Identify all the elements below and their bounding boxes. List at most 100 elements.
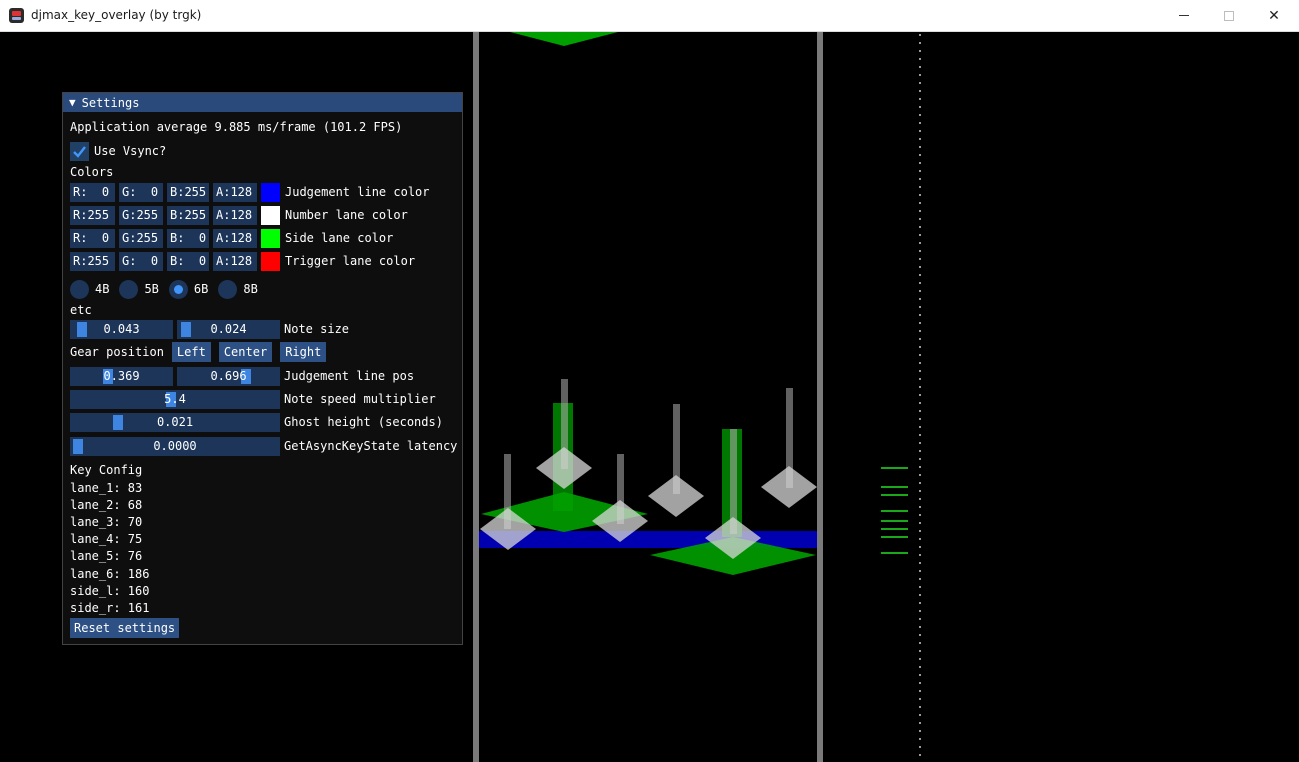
key-config-item: lane_5: 76 — [70, 549, 143, 563]
settings-header[interactable]: ▼ Settings — [63, 93, 462, 112]
key-config-item: lane_2: 68 — [70, 498, 143, 512]
gear-right-button[interactable]: Right — [280, 342, 327, 362]
gear-position-row: Gear position Left Center Right — [70, 342, 334, 362]
color-a-field[interactable]: A:128 — [213, 182, 257, 202]
color-a-field[interactable]: A:128 — [213, 205, 257, 225]
settings-title: Settings — [81, 95, 140, 110]
key-config-item: lane_6: 186 — [70, 567, 150, 581]
etc-heading-row: etc — [70, 300, 92, 320]
color-row-judgement: R: 0 G: 0 B:255 A:128 Judgement line col… — [70, 182, 430, 202]
number-note — [761, 466, 817, 508]
slider-value: 5.4 — [164, 392, 186, 406]
reset-settings-button[interactable]: Reset settings — [70, 618, 180, 638]
color-row-number: R:255 G:255 B:255 A:128 Number lane colo… — [70, 205, 408, 225]
color-swatch[interactable] — [261, 251, 280, 271]
number-note — [536, 447, 592, 489]
color-label: Trigger lane color — [285, 254, 416, 268]
gear-center-button[interactable]: Center — [218, 342, 273, 362]
latency-row: 0.0000 GetAsyncKeyState latency — [70, 436, 457, 456]
judgement-pos-slider-2[interactable]: 0.696 — [177, 366, 280, 386]
key-config-item: lane_4: 75 — [70, 532, 143, 546]
radio-6b-label: 6B — [193, 282, 209, 296]
key-config-heading: Key Config — [70, 463, 143, 477]
color-row-trigger: R:255 G: 0 B: 0 A:128 Trigger lane color — [70, 251, 415, 271]
minimize-icon — [1179, 15, 1189, 16]
slider-grab[interactable] — [181, 321, 191, 337]
note-size-slider-2[interactable]: 0.024 — [177, 319, 280, 339]
note-size-slider-1[interactable]: 0.043 — [70, 319, 173, 339]
vsync-checkbox[interactable] — [70, 141, 89, 161]
app-icon — [9, 8, 24, 23]
left-lane-divider — [473, 32, 479, 762]
color-g-field[interactable]: G: 0 — [119, 251, 163, 271]
color-swatch[interactable] — [261, 228, 280, 248]
color-r-field[interactable]: R:255 — [70, 205, 115, 225]
slider-value: 0.0000 — [153, 439, 197, 453]
fps-text: Application average 9.885 ms/frame (101.… — [70, 120, 403, 134]
radio-4b[interactable] — [70, 279, 89, 299]
gear-left-button[interactable]: Left — [171, 342, 211, 362]
radio-4b-label: 4B — [95, 282, 110, 296]
ghost-height-slider[interactable]: 0.021 — [70, 412, 280, 432]
color-r-field[interactable]: R:255 — [70, 251, 115, 271]
mode-radio-group: 4B 5B 6B 8B — [70, 279, 268, 299]
color-g-field[interactable]: G: 0 — [119, 182, 163, 202]
color-b-field[interactable]: B:255 — [167, 205, 209, 225]
note-speed-row: 5.4 Note speed multiplier — [70, 389, 436, 409]
note-speed-label: Note speed multiplier — [284, 392, 436, 406]
color-r-field[interactable]: R: 0 — [70, 228, 115, 248]
judgement-line-pos-row: 0.369 0.696 Judgement line pos — [70, 366, 414, 386]
color-b-field[interactable]: B: 0 — [167, 228, 209, 248]
reset-row: Reset settings — [70, 618, 187, 638]
settings-window[interactable]: ▼ Settings Application average 9.885 ms/… — [62, 92, 463, 645]
radio-8b-label: 8B — [243, 282, 258, 296]
vsync-label: Use Vsync? — [94, 144, 167, 158]
radio-8b[interactable] — [218, 279, 238, 299]
latency-slider[interactable]: 0.0000 — [70, 436, 280, 456]
slider-value: 0.043 — [103, 322, 140, 336]
collapse-triangle-icon[interactable]: ▼ — [69, 96, 76, 109]
color-a-field[interactable]: A:128 — [213, 228, 257, 248]
minimize-button[interactable] — [1161, 0, 1207, 31]
window-title: djmax_key_overlay (by trgk) — [31, 8, 202, 22]
radio-6b[interactable] — [168, 279, 188, 299]
note-speed-slider[interactable]: 5.4 — [70, 389, 280, 409]
slider-grab[interactable] — [113, 414, 123, 430]
key-config-item: side_l: 160 — [70, 584, 150, 598]
color-b-field[interactable]: B:255 — [167, 182, 209, 202]
color-row-side: R: 0 G:255 B: 0 A:128 Side lane color — [70, 228, 393, 248]
colors-heading: Colors — [70, 165, 114, 179]
radio-5b[interactable] — [119, 279, 139, 299]
maximize-icon — [1224, 10, 1234, 21]
color-label: Number lane color — [285, 208, 408, 222]
right-lane-divider — [817, 32, 823, 762]
note-size-label: Note size — [284, 322, 350, 336]
ghost-height-label: Ghost height (seconds) — [284, 415, 443, 429]
slider-value: 0.696 — [210, 369, 247, 383]
color-label: Side lane color — [285, 231, 394, 245]
color-b-field[interactable]: B: 0 — [167, 251, 209, 271]
color-swatch[interactable] — [261, 205, 280, 225]
title-bar: djmax_key_overlay (by trgk) ✕ — [0, 0, 1299, 32]
maximize-button[interactable] — [1206, 0, 1252, 31]
color-a-field[interactable]: A:128 — [213, 251, 257, 271]
timing-markers — [881, 467, 908, 554]
slider-value: 0.024 — [210, 322, 247, 336]
close-button[interactable]: ✕ — [1251, 0, 1297, 31]
close-icon: ✕ — [1268, 7, 1280, 24]
color-g-field[interactable]: G:255 — [119, 205, 163, 225]
judgement-pos-slider-1[interactable]: 0.369 — [70, 366, 173, 386]
color-r-field[interactable]: R: 0 — [70, 182, 115, 202]
slider-grab[interactable] — [73, 438, 83, 454]
side-note — [510, 32, 618, 46]
checkmark-icon — [73, 145, 86, 158]
colors-heading-row: Colors — [70, 162, 113, 182]
color-g-field[interactable]: G:255 — [119, 228, 163, 248]
vsync-row[interactable]: Use Vsync? — [70, 141, 166, 161]
slider-value: 0.369 — [103, 369, 140, 383]
slider-grab[interactable] — [77, 321, 87, 337]
color-label: Judgement line color — [285, 185, 430, 199]
key-config-item: lane_1: 83 — [70, 481, 143, 495]
color-swatch[interactable] — [261, 182, 280, 202]
etc-heading: etc — [70, 303, 92, 317]
